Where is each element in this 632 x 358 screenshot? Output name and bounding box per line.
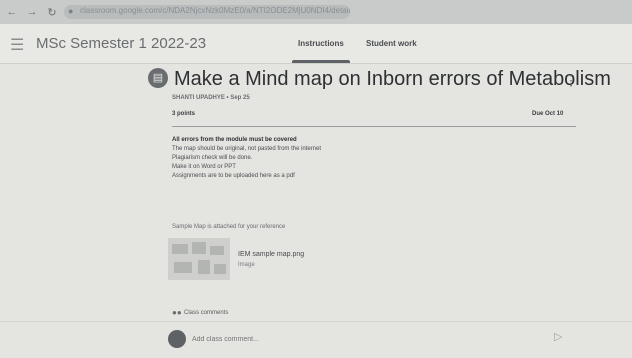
- menu-icon[interactable]: ☰: [10, 35, 24, 55]
- divider: [172, 126, 576, 127]
- assignment-icon: ▤: [148, 68, 168, 88]
- lock-icon: ●: [68, 6, 74, 16]
- avatar: [168, 330, 186, 348]
- thumbnail-node: [210, 246, 224, 255]
- attachment-thumbnail: [168, 238, 230, 280]
- thumbnail-node: [214, 264, 226, 274]
- instruction-line: Make it on Word or PPT: [172, 164, 236, 170]
- active-tab-indicator: [292, 60, 350, 63]
- tab-student-work[interactable]: Student work: [366, 39, 417, 48]
- instruction-line: The map should be original, not pasted f…: [172, 146, 322, 152]
- sample-note: Sample Map is attached for your referenc…: [172, 224, 286, 230]
- class-title[interactable]: MSc Semester 1 2022-23: [36, 35, 206, 52]
- assignment-meta: SHANTI UPADHYE • Sep 25: [172, 95, 250, 101]
- thumbnail-node: [174, 262, 192, 273]
- instructions-text: All errors from the module must be cover…: [172, 136, 572, 181]
- address-bar[interactable]: ● classroom.google.com/c/NDA2NjcxNzk0MzE…: [64, 5, 350, 19]
- divider: [0, 321, 632, 322]
- back-arrow-icon[interactable]: ←: [6, 6, 18, 18]
- browser-toolbar: ← → ↻ ● classroom.google.com/c/NDA2NjcxN…: [0, 0, 632, 24]
- url-text: classroom.google.com/c/NDA2NjcxNzk0MzE0/…: [80, 6, 350, 15]
- tab-instructions[interactable]: Instructions: [298, 39, 344, 48]
- thumbnail-node: [192, 242, 206, 254]
- class-comment-input[interactable]: [192, 330, 542, 348]
- assignment-points: 3 points: [172, 111, 196, 117]
- reload-icon[interactable]: ↻: [46, 6, 58, 19]
- due-date: Due Oct 10: [532, 111, 564, 117]
- attachment-name: IEM sample map.png: [238, 251, 305, 258]
- class-comments-label[interactable]: Class comments: [184, 310, 228, 316]
- instruction-line: Assignments are to be uploaded here as a…: [172, 173, 295, 179]
- more-options-icon[interactable]: ⋮: [564, 72, 578, 89]
- app-header: ☰ MSc Semester 1 2022-23 Instructions St…: [0, 24, 632, 64]
- forward-arrow-icon[interactable]: →: [26, 6, 38, 18]
- thumbnail-node: [198, 260, 210, 274]
- send-icon[interactable]: ▷: [554, 330, 562, 343]
- instruction-line: All errors from the module must be cover…: [172, 137, 297, 143]
- thumbnail-node: [172, 244, 188, 254]
- attachment-type: Image: [238, 262, 255, 268]
- people-icon: ●●: [172, 308, 182, 317]
- instruction-line: Plagiarism check will be done.: [172, 155, 253, 161]
- attachment-card[interactable]: IEM sample map.png Image: [168, 238, 368, 280]
- assignment-title: Make a Mind map on Inborn errors of Meta…: [174, 68, 611, 90]
- assignment-page: ▤ Make a Mind map on Inborn errors of Me…: [0, 64, 632, 358]
